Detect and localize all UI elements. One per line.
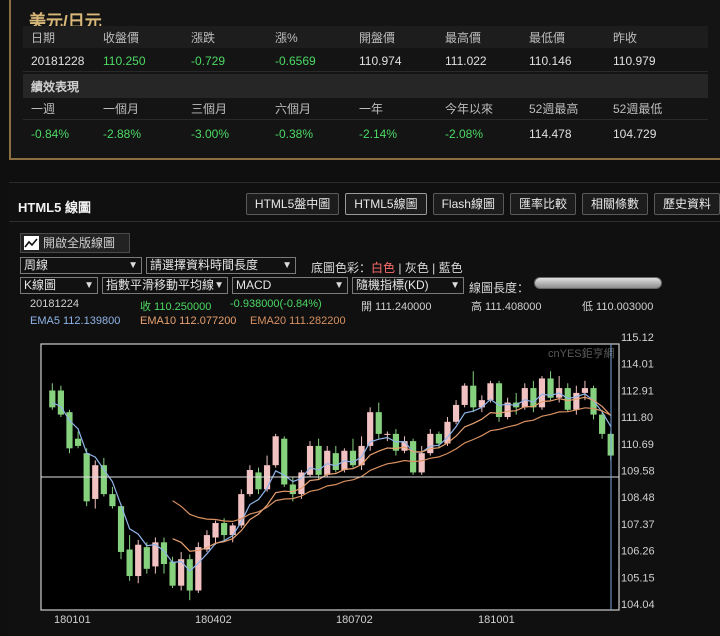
candle-down — [332, 453, 339, 471]
candle-down — [599, 414, 606, 434]
candle-up — [427, 433, 434, 454]
x-tick-label: 180101 — [54, 614, 91, 626]
candle-up — [487, 383, 494, 401]
y-tick-label: 110.69 — [621, 439, 654, 451]
candle-up — [324, 450, 331, 475]
candlestick-chart[interactable]: cnYES鉅亨網 115.12 114.01 112.91 111.80 110.69 1… — [0, 0, 720, 636]
watermark-logo: cnYES鉅亨網 — [548, 346, 615, 360]
candle-up — [92, 465, 99, 499]
candle-down — [435, 433, 442, 444]
y-tick-label: 104.04 — [621, 599, 655, 611]
candle-down — [117, 506, 125, 552]
candle-up — [478, 400, 485, 408]
candle-down — [74, 438, 82, 446]
candle-up — [195, 547, 202, 591]
y-tick-label: 114.01 — [621, 359, 654, 371]
y-tick-label: 111.80 — [621, 412, 653, 424]
candle-up — [229, 525, 236, 536]
candle-up — [135, 544, 142, 577]
candle-up — [246, 470, 253, 495]
candle-down — [349, 450, 357, 466]
candle-up — [384, 433, 391, 435]
candle-down — [530, 388, 537, 408]
candle-up — [212, 523, 219, 538]
candle-up — [418, 453, 425, 473]
candle-up — [521, 388, 528, 408]
y-tick-label: 112.91 — [621, 385, 654, 397]
y-tick-label: 108.48 — [621, 492, 655, 504]
candle-down — [255, 472, 262, 490]
x-tick-label: 180402 — [195, 614, 232, 626]
candle-up — [452, 404, 460, 422]
candle-down — [186, 559, 193, 591]
candle-down — [375, 412, 382, 434]
candle-down — [49, 390, 56, 408]
candle-down — [495, 383, 503, 418]
candle-down — [470, 385, 477, 408]
candle-down — [126, 549, 133, 577]
candle-up — [461, 385, 468, 405]
y-tick-label: 105.15 — [621, 572, 655, 584]
candle-up — [581, 388, 589, 393]
x-tick-label: 181001 — [478, 614, 515, 626]
y-tick-label: 109.58 — [621, 466, 655, 478]
candle-up — [272, 436, 279, 466]
candle-down — [289, 484, 296, 495]
candle-down — [221, 523, 228, 536]
x-tick-label: 180702 — [336, 614, 373, 626]
y-tick-label: 107.37 — [621, 519, 655, 531]
candle-down — [410, 441, 417, 473]
candle-down — [143, 547, 150, 569]
candle-down — [109, 494, 116, 507]
candle-down — [169, 561, 176, 586]
y-tick-label: 106.26 — [621, 546, 655, 558]
y-tick-label: 115.12 — [621, 332, 654, 344]
